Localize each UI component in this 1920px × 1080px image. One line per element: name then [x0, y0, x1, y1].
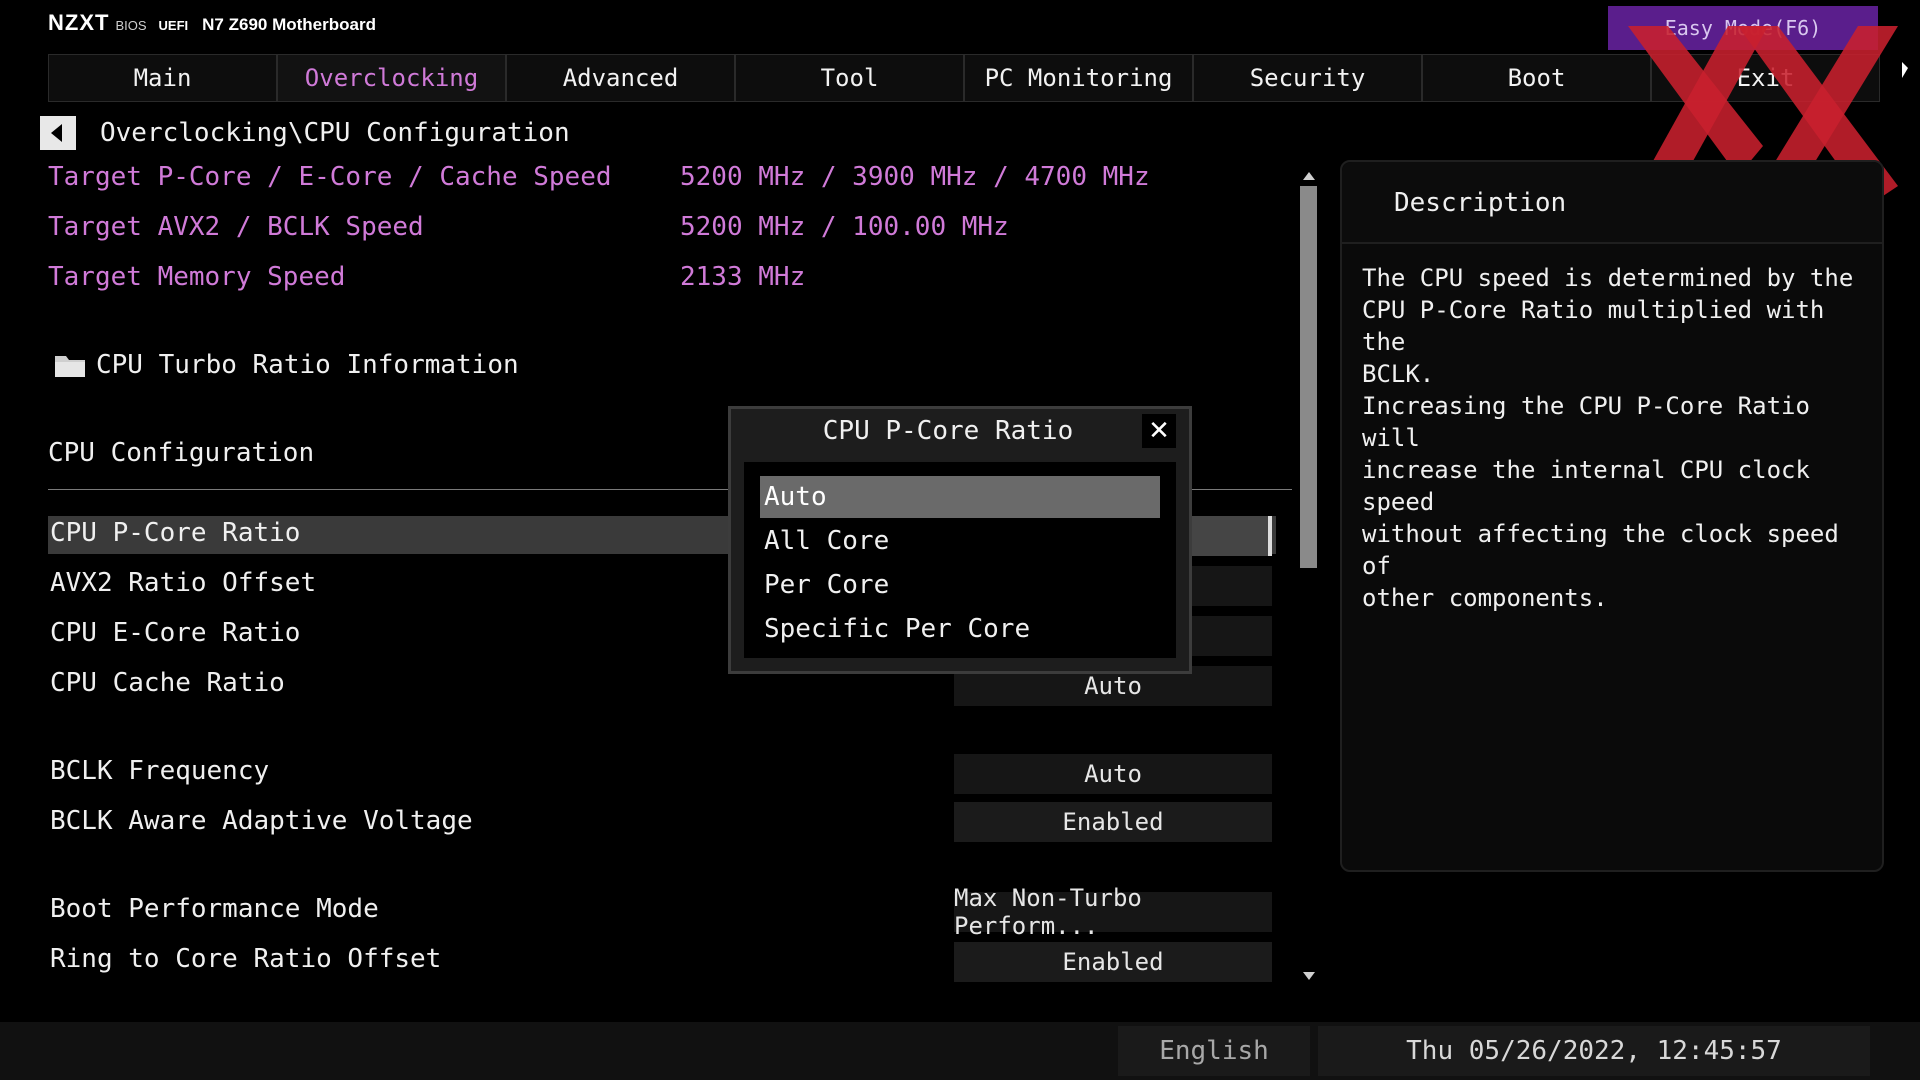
close-icon[interactable]: ✕ [1142, 414, 1176, 448]
description-title: Description [1394, 188, 1567, 218]
tab-overclocking[interactable]: Overclocking [277, 54, 506, 102]
motherboard-model: N7 Z690 Motherboard [202, 15, 376, 34]
tab-boot[interactable]: Boot [1422, 54, 1651, 102]
option-specific-per-core[interactable]: Specific Per Core [760, 608, 1160, 650]
target-memory-speed-label: Target Memory Speed [48, 262, 346, 292]
date-time-display[interactable]: Thu 05/26/2022, 12:45:57 [1318, 1026, 1870, 1076]
target-avx2-bclk-value: 5200 MHz / 100.00 MHz [680, 212, 1009, 242]
dialog-title: CPU P-Core Ratio [822, 416, 1074, 446]
back-arrow-icon [51, 124, 62, 142]
uefi-label: UEFI [158, 18, 189, 33]
mouse-cursor-icon [1902, 62, 1908, 78]
option-per-core[interactable]: Per Core [760, 564, 1160, 606]
target-memory-speed-value: 2133 MHz [680, 262, 806, 292]
setting-ring-to-core-ratio-offset[interactable]: Ring to Core Ratio Offset [50, 944, 441, 974]
setting-avx2-ratio-offset[interactable]: AVX2 Ratio Offset [50, 568, 316, 598]
bios-brand: NZXT BIOS UEFI N7 Z690 Motherboard [48, 10, 376, 42]
scroll-down-arrow-icon[interactable] [1303, 972, 1315, 980]
main-tabs: Main Overclocking Advanced Tool PC Monit… [48, 54, 1880, 102]
tab-advanced[interactable]: Advanced [506, 54, 735, 102]
setting-bclk-frequency[interactable]: BCLK Frequency [50, 756, 269, 786]
back-button[interactable] [40, 116, 76, 150]
tab-pc-monitoring[interactable]: PC Monitoring [964, 54, 1193, 102]
setting-boot-performance-mode[interactable]: Boot Performance Mode [50, 894, 379, 924]
setting-cpu-cache-ratio[interactable]: CPU Cache Ratio [50, 668, 285, 698]
tab-main[interactable]: Main [48, 54, 277, 102]
setting-cpu-p-core-ratio[interactable]: CPU P-Core Ratio [50, 518, 300, 548]
tab-security[interactable]: Security [1193, 54, 1422, 102]
scrollbar-thumb[interactable] [1300, 186, 1317, 568]
bios-label: BIOS [115, 18, 147, 33]
cpu-turbo-ratio-info-link[interactable]: CPU Turbo Ratio Information [96, 350, 519, 380]
language-selector[interactable]: English [1118, 1026, 1310, 1076]
bclk-aware-adaptive-voltage-value[interactable]: Enabled [954, 802, 1272, 842]
setting-bclk-aware-adaptive-voltage[interactable]: BCLK Aware Adaptive Voltage [50, 806, 473, 836]
nzxt-logo: NZXT [48, 10, 110, 35]
scroll-up-arrow-icon[interactable] [1303, 172, 1315, 180]
breadcrumb: Overclocking\CPU Configuration [100, 118, 570, 148]
tab-tool[interactable]: Tool [735, 54, 964, 102]
target-core-speed-value: 5200 MHz / 3900 MHz / 4700 MHz [680, 162, 1150, 192]
folder-icon [55, 356, 85, 377]
description-text: The CPU speed is determined by the CPU P… [1362, 264, 1854, 612]
target-core-speed-label: Target P-Core / E-Core / Cache Speed [48, 162, 612, 192]
option-auto[interactable]: Auto [760, 476, 1160, 518]
option-all-core[interactable]: All Core [760, 520, 1160, 562]
target-avx2-bclk-label: Target AVX2 / BCLK Speed [48, 212, 424, 242]
setting-cpu-e-core-ratio[interactable]: CPU E-Core Ratio [50, 618, 300, 648]
bclk-frequency-value[interactable]: Auto [954, 754, 1272, 794]
section-title: CPU Configuration [48, 438, 315, 468]
ring-to-core-ratio-offset-value[interactable]: Enabled [954, 942, 1272, 982]
boot-performance-mode-value[interactable]: Max Non-Turbo Perform... [954, 884, 1272, 940]
